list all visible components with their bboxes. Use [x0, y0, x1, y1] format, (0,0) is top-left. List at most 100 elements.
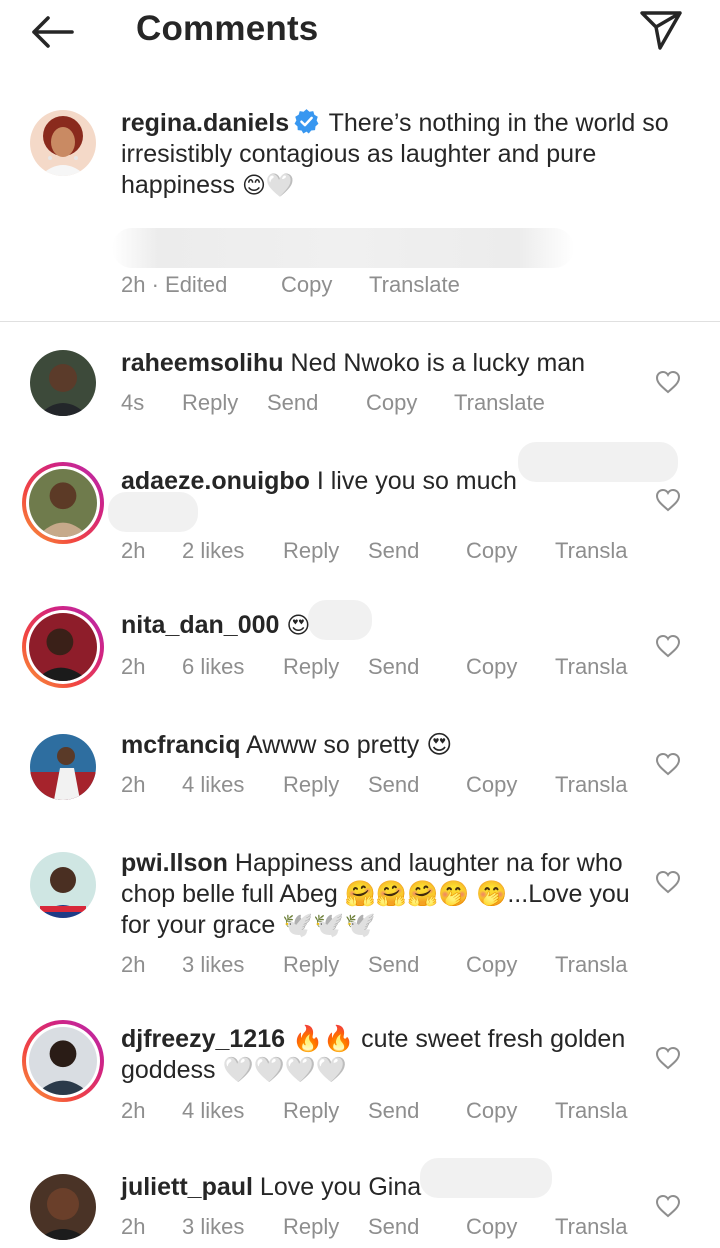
comment-item: pwi.llson Happiness and laughter na for … [0, 844, 720, 984]
caption-copy-button[interactable]: Copy [281, 272, 332, 298]
comment-username[interactable]: djfreezy_1216 [121, 1025, 285, 1053]
translate-button[interactable]: Transla [555, 1098, 628, 1124]
comment-text-block: pwi.llson Happiness and laughter na for … [121, 848, 641, 941]
comment-item: juliett_paul Love you Gina 2h 3 likes Re… [0, 1158, 720, 1248]
send-button[interactable]: Send [368, 772, 419, 798]
caption-text-block: regina.daniels There’s nothing in the wo… [121, 108, 681, 202]
heart-icon[interactable] [655, 1194, 681, 1218]
paper-plane-icon[interactable] [638, 8, 684, 52]
comment-item: mcfranciq Awww so pretty 😍 2h 4 likes Re… [0, 726, 720, 816]
comment-time: 2h [121, 538, 146, 563]
avatar[interactable] [30, 734, 96, 800]
comment-username[interactable]: mcfranciq [121, 731, 240, 759]
translate-button[interactable]: Transla [555, 952, 628, 978]
heart-icon[interactable] [655, 752, 681, 776]
copy-button[interactable]: Copy [466, 538, 517, 564]
copy-button[interactable]: Copy [466, 654, 517, 680]
translate-button[interactable]: Transla [555, 538, 628, 564]
copy-button[interactable]: Copy [366, 390, 417, 416]
comment-time: 4s [121, 390, 145, 415]
comment-meta: 2h 6 likes Reply Send Copy Transla [121, 654, 661, 684]
reply-button[interactable]: Reply [283, 538, 339, 564]
comment-meta: 2h 4 likes Reply Send Copy Transla [121, 772, 661, 802]
reply-button[interactable]: Reply [182, 390, 238, 416]
comment-meta: 2h 3 likes Reply Send Copy Transla [121, 1214, 661, 1244]
comment-likes[interactable]: 6 likes [182, 654, 244, 680]
comment-text-block: juliett_paul Love you Gina [121, 1172, 641, 1203]
comment-meta: 2h 4 likes Reply Send Copy Transla [121, 1098, 661, 1128]
comment-item: adaeze.onuigbo I live you so much 2h 2 l… [0, 442, 720, 576]
reply-button[interactable]: Reply [283, 654, 339, 680]
avatar[interactable] [30, 350, 96, 416]
comment-username[interactable]: adaeze.onuigbo [121, 467, 310, 495]
comment-item: raheemsolihu Ned Nwoko is a lucky man 4s… [0, 344, 720, 432]
send-button[interactable]: Send [368, 1098, 419, 1124]
copy-button[interactable]: Copy [466, 952, 517, 978]
comment-meta: 2h 2 likes Reply Send Copy Transla [121, 538, 661, 568]
avatar[interactable] [30, 110, 96, 176]
comment-time: 2h [121, 1098, 146, 1123]
comment-time: 2h [121, 952, 146, 977]
comment-text-block: raheemsolihu Ned Nwoko is a lucky man [121, 348, 641, 379]
comment-text-block: djfreezy_1216 🔥🔥 cute sweet fresh golden… [121, 1024, 641, 1086]
comment-text: Awww so pretty 😍 [246, 731, 453, 759]
reply-button[interactable]: Reply [283, 952, 339, 978]
redacted-area [108, 492, 198, 532]
comment-text: I live you so much [316, 467, 517, 495]
comment-text-block: nita_dan_000 😍 [121, 610, 641, 642]
comment-username[interactable]: raheemsolihu [121, 349, 284, 377]
reply-button[interactable]: Reply [283, 1098, 339, 1124]
header: Comments [0, 0, 720, 62]
avatar[interactable] [30, 1174, 96, 1240]
copy-button[interactable]: Copy [466, 1098, 517, 1124]
send-button[interactable]: Send [368, 654, 419, 680]
caption-time: 2h · Edited [121, 272, 228, 297]
comment-text-block: adaeze.onuigbo I live you so much [121, 466, 641, 497]
translate-button[interactable]: Transla [555, 772, 628, 798]
send-button[interactable]: Send [267, 390, 318, 416]
comment-time: 2h [121, 772, 146, 797]
copy-button[interactable]: Copy [466, 1214, 517, 1240]
comment-meta: 2h 3 likes Reply Send Copy Transla [121, 952, 661, 982]
caption-username[interactable]: regina.daniels [121, 109, 289, 137]
comment-text-block: mcfranciq Awww so pretty 😍 [121, 730, 641, 761]
avatar[interactable] [22, 462, 104, 544]
comment-item: djfreezy_1216 🔥🔥 cute sweet fresh golden… [0, 1018, 720, 1138]
page-title: Comments [136, 9, 319, 48]
send-button[interactable]: Send [368, 1214, 419, 1240]
send-button[interactable]: Send [368, 538, 419, 564]
verified-badge-icon [294, 109, 319, 134]
avatar[interactable] [22, 606, 104, 688]
comment-username[interactable]: juliett_paul [121, 1173, 253, 1201]
comment-text: Ned Nwoko is a lucky man [290, 349, 586, 377]
arrow-left-icon[interactable] [28, 12, 76, 52]
reply-button[interactable]: Reply [283, 1214, 339, 1240]
redacted-area [112, 228, 574, 268]
comment-likes[interactable]: 4 likes [182, 772, 244, 798]
reply-button[interactable]: Reply [283, 772, 339, 798]
send-button[interactable]: Send [368, 952, 419, 978]
comment-text: 😍 [286, 613, 311, 639]
comment-username[interactable]: nita_dan_000 [121, 611, 279, 639]
comment-time: 2h [121, 654, 146, 679]
comment-likes[interactable]: 3 likes [182, 1214, 244, 1240]
post-caption: regina.daniels There’s nothing in the wo… [0, 92, 720, 322]
translate-button[interactable]: Transla [555, 1214, 628, 1240]
translate-button[interactable]: Translate [454, 390, 545, 416]
comment-likes[interactable]: 3 likes [182, 952, 244, 978]
avatar[interactable] [22, 1020, 104, 1102]
comment-item: nita_dan_000 😍 2h 6 likes Reply Send Cop… [0, 600, 720, 704]
caption-translate-button[interactable]: Translate [369, 272, 460, 298]
comment-likes[interactable]: 2 likes [182, 538, 244, 564]
comment-username[interactable]: pwi.llson [121, 849, 228, 877]
copy-button[interactable]: Copy [466, 772, 517, 798]
heart-icon[interactable] [655, 488, 681, 512]
heart-icon[interactable] [655, 1046, 681, 1070]
heart-icon[interactable] [655, 634, 681, 658]
translate-button[interactable]: Transla [555, 654, 628, 680]
caption-emojis: 😊🤍 [241, 173, 295, 199]
heart-icon[interactable] [655, 370, 681, 394]
heart-icon[interactable] [655, 870, 681, 894]
comment-likes[interactable]: 4 likes [182, 1098, 244, 1124]
avatar[interactable] [30, 852, 96, 918]
